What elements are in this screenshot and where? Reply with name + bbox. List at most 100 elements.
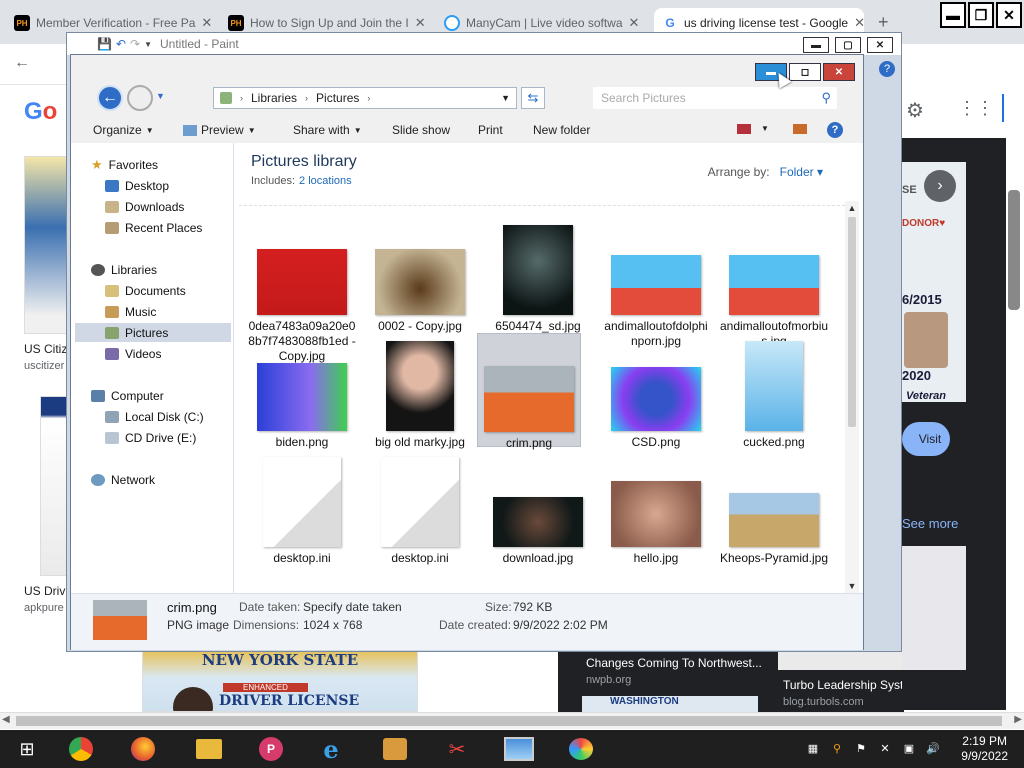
nav-downloads[interactable]: Downloads: [75, 197, 231, 216]
page-scrollbar-thumb[interactable]: [1008, 190, 1020, 310]
chevron-right-icon[interactable]: ›: [240, 93, 243, 103]
close-tab-icon[interactable]: ✕: [629, 15, 640, 31]
scrollbar-thumb[interactable]: [16, 716, 1002, 726]
paint-help-icon[interactable]: ?: [879, 61, 895, 77]
help-icon[interactable]: ?: [827, 122, 843, 138]
file-item[interactable]: biden.png: [247, 333, 357, 450]
result-title[interactable]: US Drivi: [24, 584, 68, 598]
save-icon[interactable]: 💾: [97, 37, 112, 51]
permit-card-image[interactable]: [902, 546, 966, 670]
search-tray-icon[interactable]: ⚲: [830, 741, 844, 755]
organize-menu[interactable]: Organize ▼: [93, 123, 154, 137]
chevron-right-icon[interactable]: ›: [367, 93, 370, 103]
minimize-button[interactable]: ▬: [803, 37, 829, 53]
address-dropdown-icon[interactable]: ▼: [501, 93, 510, 103]
file-item[interactable]: 6504474_sd.jpg: [483, 217, 593, 334]
arrange-by-dropdown[interactable]: Folder ▾: [780, 165, 823, 179]
ph-app-icon[interactable]: P: [256, 734, 286, 764]
preview-menu[interactable]: Preview ▼: [183, 123, 256, 137]
file-item[interactable]: download.jpg: [483, 449, 593, 566]
search-input[interactable]: Search Pictures ⚲: [593, 87, 837, 109]
close-button[interactable]: ✕: [867, 37, 893, 53]
preview-pane-icon[interactable]: [793, 124, 807, 134]
washington-thumbnail[interactable]: WASHINGTON: [582, 696, 758, 712]
file-item[interactable]: Kheops-Pyramid.jpg: [719, 449, 829, 566]
file-item[interactable]: desktop.ini: [247, 449, 357, 566]
visit-button[interactable]: Visit: [902, 422, 950, 456]
paint-icon[interactable]: [566, 734, 596, 764]
share-with-menu[interactable]: Share with ▼: [293, 123, 362, 137]
file-item[interactable]: 0002 - Copy.jpg: [365, 217, 475, 334]
tray-flag-icon[interactable]: ⚑: [854, 741, 868, 755]
nav-favorites[interactable]: ★ Favorites: [75, 155, 231, 174]
snipping-tool-icon[interactable]: ✂: [442, 734, 472, 764]
windows-start-icon[interactable]: ⊞: [12, 734, 42, 764]
nav-network[interactable]: Network: [75, 470, 231, 489]
scroll-right-icon[interactable]: ▶: [1014, 714, 1022, 725]
volume-icon[interactable]: 🔊: [926, 741, 940, 755]
breadcrumb-pictures[interactable]: Pictures: [316, 91, 359, 105]
nav-libraries[interactable]: Libraries: [75, 260, 231, 279]
back-button[interactable]: ←: [97, 85, 123, 111]
file-item[interactable]: hello.jpg: [601, 449, 711, 566]
app-icon-1[interactable]: [380, 734, 410, 764]
close-button[interactable]: ✕: [996, 2, 1022, 28]
undo-icon[interactable]: ↶: [116, 37, 126, 51]
nav-documents[interactable]: Documents: [75, 281, 231, 300]
chevron-right-icon[interactable]: ›: [305, 93, 308, 103]
minimize-button[interactable]: ▬: [940, 2, 966, 28]
file-item[interactable]: andimalloutofmorbius.jpg: [719, 217, 829, 349]
file-item[interactable]: desktop.ini: [365, 449, 475, 566]
close-tab-icon[interactable]: ✕: [415, 15, 426, 31]
close-tab-icon[interactable]: ✕: [201, 15, 212, 31]
firefox-icon[interactable]: [128, 734, 158, 764]
close-tab-icon[interactable]: ✕: [854, 15, 864, 31]
tray-app-icon[interactable]: ▦: [806, 741, 820, 755]
google-logo[interactable]: Go: [24, 98, 57, 126]
scroll-down-icon[interactable]: ▼: [845, 579, 859, 593]
nav-desktop[interactable]: Desktop: [75, 176, 231, 195]
action-center-icon[interactable]: ✕: [878, 741, 892, 755]
internet-explorer-icon[interactable]: e: [316, 734, 346, 764]
maximize-button[interactable]: ◻: [789, 63, 821, 81]
news-thumbnail[interactable]: [778, 652, 904, 670]
settings-gear-icon[interactable]: ⚙: [906, 98, 924, 123]
recent-locations-dropdown-icon[interactable]: ▼: [156, 91, 165, 101]
see-more-link[interactable]: See more: [902, 516, 958, 531]
file-item[interactable]: cucked.png: [719, 333, 829, 450]
print-button[interactable]: Print: [478, 123, 503, 137]
chrome-icon[interactable]: [66, 734, 96, 764]
news-title[interactable]: Changes Coming To Northwest...: [586, 656, 762, 670]
file-item[interactable]: big old marky.jpg: [365, 333, 475, 450]
breadcrumb-libraries[interactable]: Libraries: [251, 91, 297, 105]
search-icon[interactable]: ⚲: [821, 90, 831, 106]
result-thumbnail[interactable]: [24, 156, 68, 334]
file-item[interactable]: andimalloutofdolphinporn.jpg: [601, 217, 711, 349]
back-arrow-icon[interactable]: ←: [14, 54, 30, 72]
locations-link[interactable]: 2 locations: [299, 175, 352, 187]
nav-pictures[interactable]: Pictures: [75, 323, 231, 342]
scrollbar-thumb[interactable]: [848, 217, 856, 427]
nav-local-disk[interactable]: Local Disk (C:): [75, 407, 231, 426]
photo-viewer-icon[interactable]: [504, 734, 534, 764]
file-explorer-icon[interactable]: [194, 734, 224, 764]
result-thumbnail[interactable]: [40, 396, 68, 576]
slide-show-button[interactable]: Slide show: [392, 123, 450, 137]
horizontal-scrollbar[interactable]: ◀ ▶: [0, 712, 1024, 729]
restore-button[interactable]: ❐: [968, 2, 994, 28]
maximize-button[interactable]: ▢: [835, 37, 861, 53]
new-folder-button[interactable]: New folder: [533, 123, 590, 137]
ny-license-image[interactable]: NEW YORK STATE ENHANCED DRIVER LICENSE: [142, 650, 418, 712]
close-button[interactable]: ✕: [823, 63, 855, 81]
file-item[interactable]: CSD.png: [601, 333, 711, 450]
nav-videos[interactable]: Videos: [75, 344, 231, 363]
new-tab-button[interactable]: +: [878, 12, 889, 33]
change-view-icon[interactable]: [737, 124, 751, 134]
system-clock[interactable]: 2:19 PM 9/9/2022: [961, 734, 1008, 764]
customize-quick-access-icon[interactable]: ▼: [144, 40, 152, 49]
address-bar[interactable]: › Libraries › Pictures › ▼: [213, 87, 517, 109]
vertical-scrollbar[interactable]: ▲ ▼: [845, 201, 859, 593]
refresh-button[interactable]: ⇆: [521, 87, 545, 109]
next-arrow-icon[interactable]: ›: [924, 170, 956, 202]
nav-cd-drive[interactable]: CD Drive (E:): [75, 428, 231, 447]
